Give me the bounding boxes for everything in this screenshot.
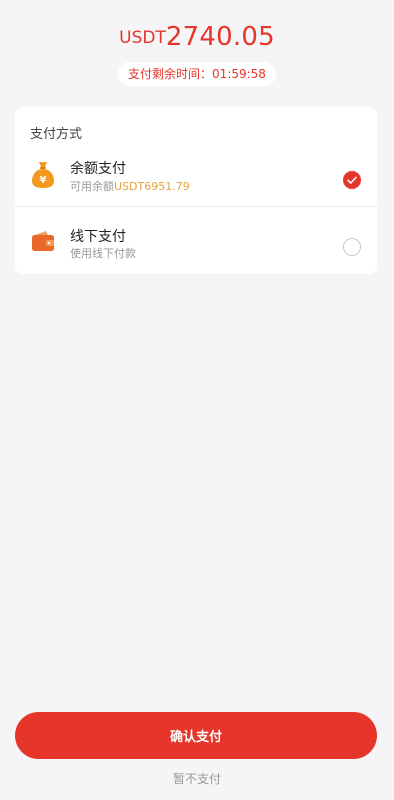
available-balance-value: USDT6951.79 — [114, 180, 190, 193]
payment-option-offline[interactable]: 线下支付 使用线下付款 — [15, 207, 377, 269]
payment-option-label: 线下支付 — [70, 229, 126, 245]
available-balance: 可用余额USDT6951.79 — [70, 178, 190, 194]
amount-currency: USDT — [119, 28, 166, 48]
countdown-label: 支付剩余时间： — [128, 67, 213, 81]
payment-option-description: 使用线下付款 — [70, 247, 136, 260]
unselected-radio-icon[interactable] — [343, 238, 361, 256]
confirm-payment-button[interactable]: 确认支付 — [15, 712, 377, 759]
payment-option-balance[interactable]: ¥ 余额支付 可用余额USDT6951.79 — [15, 145, 377, 207]
wallet-icon — [31, 230, 55, 252]
payment-option-label: 余额支付 — [70, 161, 126, 177]
money-bag-icon: ¥ — [31, 161, 55, 189]
available-balance-label: 可用余额 — [70, 180, 114, 193]
payment-method-card: 支付方式 ¥ 余额支付 可用余额USDT6951.79 线下支付 使用线下付款 — [15, 107, 377, 274]
svg-text:¥: ¥ — [40, 175, 47, 186]
payment-countdown: 支付剩余时间：01:59:58 — [118, 62, 276, 86]
skip-payment-link[interactable]: 暂不支付 — [0, 770, 394, 787]
payment-method-title: 支付方式 — [30, 127, 83, 142]
payment-amount: USDT2740.05 — [0, 22, 394, 52]
payment-page: USDT2740.05 支付剩余时间：01:59:58 支付方式 ¥ 余额支付 … — [0, 0, 394, 800]
selected-check-icon[interactable] — [343, 171, 361, 189]
amount-value: 2740.05 — [165, 22, 275, 52]
countdown-value: 01:59:58 — [212, 67, 266, 81]
